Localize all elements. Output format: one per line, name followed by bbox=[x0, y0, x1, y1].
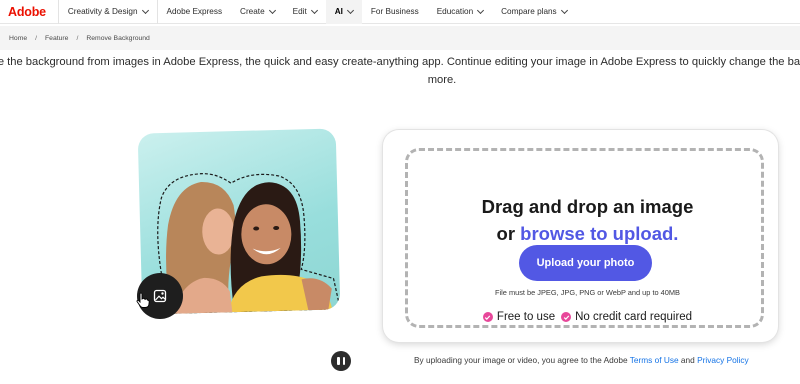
check-icon bbox=[561, 312, 572, 322]
chevron-down-icon bbox=[141, 6, 149, 14]
terms-notice: By uploading your image or video, you ag… bbox=[414, 355, 749, 365]
breadcrumb-separator: / bbox=[35, 34, 38, 42]
pause-button[interactable] bbox=[331, 351, 351, 371]
nav-item-compare-plans[interactable]: Compare plans bbox=[492, 0, 576, 24]
feature-free-to-use: Free to use bbox=[482, 311, 555, 323]
chevron-down-icon bbox=[268, 6, 276, 14]
nav-item-edit[interactable]: Edit bbox=[284, 0, 326, 24]
drop-zone-title: Drag and drop an image or browse to uplo… bbox=[408, 193, 767, 247]
drop-title-line-2: or browse to upload. bbox=[496, 223, 679, 244]
pause-icon bbox=[337, 357, 340, 365]
nav-item-create[interactable]: Create bbox=[231, 0, 284, 24]
breadcrumb-feature[interactable]: Feature bbox=[45, 35, 68, 42]
feature-list: Free to use No credit card required bbox=[408, 311, 767, 323]
nav-item-for-business[interactable]: For Business bbox=[362, 0, 428, 24]
adobe-logo[interactable]: Adobe bbox=[8, 5, 46, 19]
chevron-down-icon bbox=[560, 6, 568, 14]
browse-to-upload-link[interactable]: browse to upload. bbox=[520, 223, 678, 244]
image-icon bbox=[153, 289, 167, 303]
description-line-1: ove the background from images in Adobe … bbox=[0, 56, 800, 68]
nav-item-ai[interactable]: AI bbox=[325, 0, 362, 24]
chevron-down-icon bbox=[477, 6, 485, 14]
upload-photo-button[interactable]: Upload your photo bbox=[519, 245, 652, 281]
upload-card: Drag and drop an image or browse to uplo… bbox=[383, 130, 778, 342]
description-line-2: more. bbox=[427, 74, 457, 86]
pause-icon bbox=[342, 357, 345, 365]
chevron-down-icon bbox=[310, 6, 318, 14]
breadcrumb-current: Remove Background bbox=[86, 34, 150, 42]
drop-zone[interactable]: Drag and drop an image or browse to uplo… bbox=[405, 148, 764, 328]
hand-cursor-icon bbox=[136, 292, 150, 308]
check-icon bbox=[482, 312, 493, 322]
drop-title-line-1: Drag and drop an image bbox=[481, 196, 694, 217]
privacy-policy-link[interactable]: Privacy Policy bbox=[697, 355, 749, 365]
nav-item-creativity-design[interactable]: Creativity & Design bbox=[59, 0, 157, 24]
breadcrumb: Home / Feature / Remove Background bbox=[0, 26, 800, 50]
breadcrumb-separator: / bbox=[76, 34, 79, 42]
breadcrumb-home[interactable]: Home bbox=[9, 35, 27, 42]
top-nav: Adobe Creativity & Design Adobe Express … bbox=[0, 0, 800, 24]
nav-item-education[interactable]: Education bbox=[428, 0, 492, 24]
chevron-down-icon bbox=[346, 6, 354, 14]
page-description: ove the background from images in Adobe … bbox=[0, 53, 800, 93]
feature-no-credit-card: No credit card required bbox=[561, 311, 692, 323]
file-requirements-note: File must be JPEG, JPG, PNG or WebP and … bbox=[495, 288, 680, 297]
terms-of-use-link[interactable]: Terms of Use bbox=[630, 355, 679, 365]
nav-item-adobe-express[interactable]: Adobe Express bbox=[158, 0, 232, 24]
